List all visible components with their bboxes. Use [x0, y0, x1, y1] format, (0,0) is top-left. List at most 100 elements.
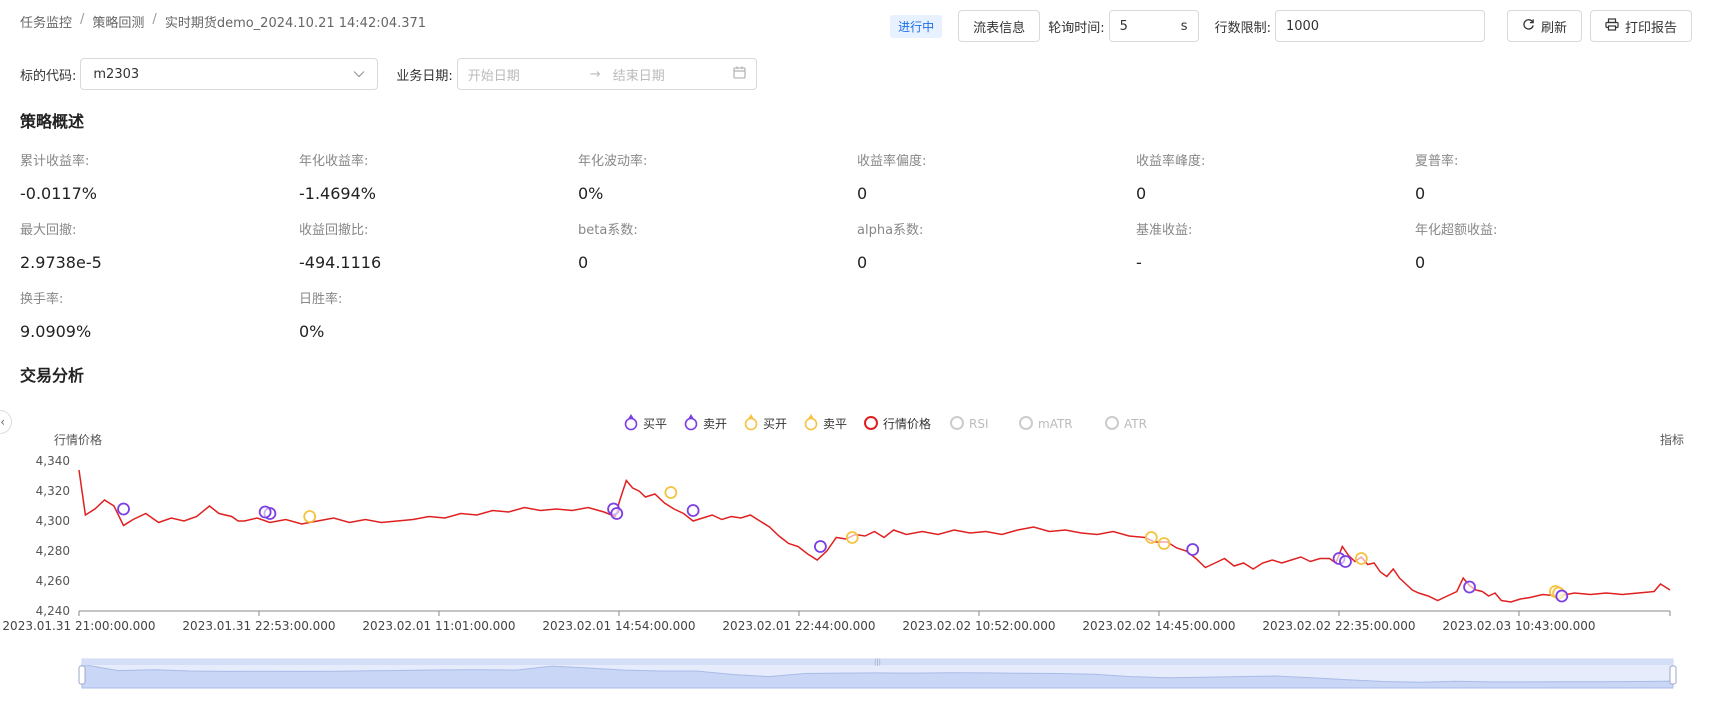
metric-value: 0%: [299, 322, 325, 341]
trade-marker: [258, 505, 272, 519]
legend-marker-tip-0: [628, 414, 634, 419]
poll-time-value: 5: [1119, 18, 1128, 34]
metric-return-skewness: 收益率偏度: 0: [857, 150, 1136, 219]
trade-marker: [686, 504, 700, 517]
legend-marker-5: [950, 416, 964, 430]
metric-value: 0: [857, 184, 868, 203]
y-tick-label: 4,260: [36, 574, 70, 588]
x-tick-label: 2023.01.31 21:00:00.000: [2, 619, 155, 633]
sidebar-collapse-button[interactable]: ‹: [0, 410, 12, 434]
trade-marker: [1332, 552, 1346, 565]
chevron-down-icon: [353, 67, 365, 82]
trade-marker: [1157, 537, 1171, 550]
breadcrumb-item-backtest[interactable]: 策略回测: [92, 12, 144, 31]
x-tick-label: 2023.02.01 11:01:00.000: [362, 619, 515, 633]
metric-value: 0: [1415, 253, 1426, 272]
metric-value: 2.9738e-5: [20, 253, 102, 272]
trade-marker: [664, 486, 678, 499]
refresh-icon: [1522, 18, 1535, 35]
metric-label: 年化波动率:: [578, 154, 648, 169]
trade-marker: [1555, 589, 1569, 603]
metric-return-drawdown-ratio: 收益回撤比: -494.1116: [299, 219, 578, 288]
x-tick-label: 2023.02.01 14:54:00.000: [542, 619, 695, 633]
metric-label: 基准收益:: [1136, 223, 1193, 238]
x-tick-label: 2023.02.01 22:44:00.000: [722, 619, 875, 633]
metric-label: 累计收益率:: [20, 154, 90, 169]
toolbar: 进行中 流表信息 轮询时间: 5 s 行数限制: 1000 刷新 打印报告: [890, 10, 1692, 42]
trade-marker: [610, 507, 624, 520]
trade-marker: [845, 531, 859, 544]
breadcrumb-item-monitor[interactable]: 任务监控: [20, 12, 72, 31]
legend-label-3: 卖平: [823, 417, 847, 431]
flow-info-button[interactable]: 流表信息: [958, 10, 1041, 42]
code-select[interactable]: m2303: [80, 58, 379, 90]
refresh-label: 刷新: [1540, 20, 1567, 36]
metric-label: 夏普率:: [1415, 154, 1459, 169]
print-report-label: 打印报告: [1624, 20, 1677, 36]
x-tick-label: 2023.02.02 22:35:00.000: [1262, 619, 1415, 633]
legend-marker-4: [864, 416, 878, 430]
metric-turnover: 换手率: 9.0909%: [20, 288, 299, 357]
date-range-picker[interactable]: 开始日期 → 结束日期: [456, 58, 757, 90]
legend-label-7: ATR: [1124, 417, 1147, 431]
metric-value: -: [1136, 253, 1142, 272]
y-tick-label: 4,320: [36, 484, 70, 498]
trade-marker: [1144, 531, 1158, 544]
y-axis-title: 行情价格: [54, 432, 102, 447]
end-date-input[interactable]: 结束日期: [613, 65, 723, 84]
data-zoom-handle-right[interactable]: [1669, 665, 1677, 685]
analysis-title: 交易分析: [20, 366, 85, 385]
y-axis-right-title: 指标: [1660, 432, 1684, 447]
refresh-button[interactable]: 刷新: [1506, 10, 1582, 42]
trade-marker: [1463, 580, 1476, 594]
metric-label: 最大回撤:: [20, 223, 77, 238]
calendar-icon: [733, 66, 746, 83]
trade-marker: [1354, 552, 1368, 565]
metric-label: 收益率峰度:: [1136, 154, 1206, 169]
legend-marker-3: [804, 417, 818, 431]
metric-label: 年化超额收益:: [1415, 223, 1498, 238]
filter-row: 标的代码: m2303 业务日期: 开始日期 → 结束日期: [20, 58, 757, 90]
legend-marker-2: [744, 417, 758, 431]
metric-value: 0%: [578, 184, 604, 203]
legend-label-6: mATR: [1038, 417, 1073, 431]
metric-alpha: alpha系数: 0: [857, 219, 1136, 288]
metric-annual-excess-return: 年化超额收益: 0: [1415, 219, 1694, 288]
print-report-button[interactable]: 打印报告: [1589, 10, 1692, 42]
metric-value: 9.0909%: [20, 322, 92, 341]
poll-time-label: 轮询时间:: [1048, 20, 1105, 36]
trade-marker: [1186, 543, 1200, 556]
trade-marker: [814, 540, 827, 553]
metric-value: 0: [857, 253, 868, 272]
trade-marker: [607, 502, 620, 516]
x-tick-label: 2023.01.31 22:53:00.000: [182, 619, 335, 633]
metric-label: 收益回撤比:: [299, 223, 369, 238]
metric-daily-win-rate: 日胜率: 0%: [299, 288, 578, 357]
x-tick-label: 2023.02.03 10:43:00.000: [1442, 619, 1595, 633]
start-date-input[interactable]: 开始日期: [468, 65, 578, 84]
data-zoom-handle-left[interactable]: [78, 665, 86, 685]
metric-value: -0.0117%: [20, 184, 97, 203]
metric-label: 收益率偏度:: [857, 154, 927, 169]
row-limit-label: 行数限制:: [1214, 20, 1271, 36]
metric-value: 0: [1415, 184, 1426, 203]
poll-time-input[interactable]: 5 s: [1108, 10, 1199, 42]
data-zoom-bar: [82, 659, 1673, 665]
metric-label: 日胜率:: [299, 292, 343, 307]
legend-label-0: 买平: [643, 417, 667, 431]
code-label: 标的代码:: [20, 68, 77, 84]
row-limit-input[interactable]: 1000: [1274, 10, 1485, 42]
code-value: m2303: [93, 66, 140, 82]
metric-value: 0: [1136, 184, 1147, 203]
metric-label: beta系数:: [578, 223, 638, 238]
metric-return-kurtosis: 收益率峰度: 0: [1136, 150, 1415, 219]
data-zoom-trend: [81, 663, 1674, 689]
metric-label: 年化收益率:: [299, 154, 369, 169]
legend-label-4: 行情价格: [883, 416, 931, 431]
metric-value: 0: [578, 253, 589, 272]
legend-marker-6: [1019, 416, 1033, 430]
y-tick-label: 4,240: [36, 604, 70, 618]
breadcrumb: 任务监控 / 策略回测 / 实时期货demo_2024.10.21 14:42:…: [20, 12, 426, 31]
legend-label-1: 卖开: [703, 417, 727, 431]
legend-marker-tip-1: [688, 414, 694, 419]
